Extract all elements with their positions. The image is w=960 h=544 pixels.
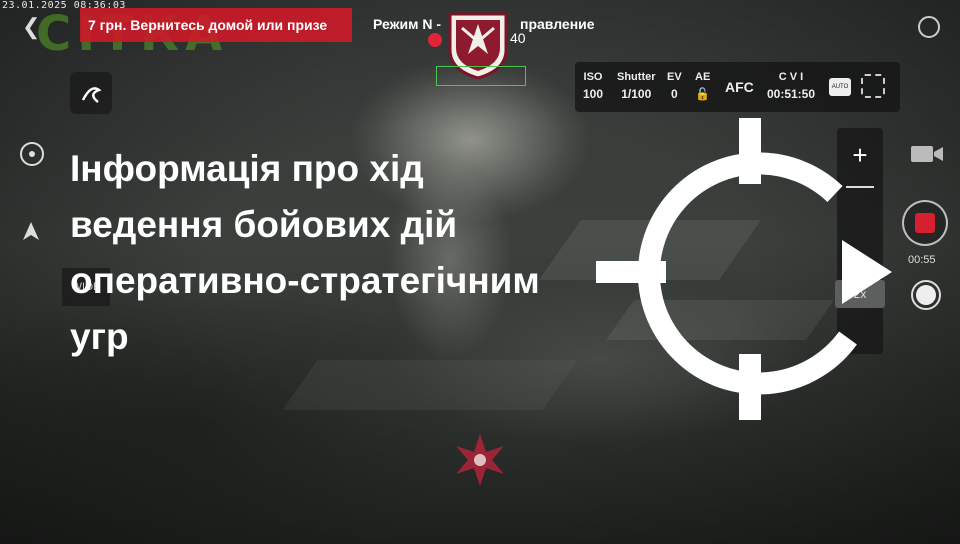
iso-setting[interactable]: ISO 100 [583, 71, 603, 101]
ev-setting[interactable]: EV 0 [667, 71, 682, 101]
camera-settings-panel[interactable]: ISO 100 Shutter 1/100 EV 0 AE 🔓 AFC C V … [575, 62, 900, 112]
record-button[interactable] [902, 200, 948, 246]
shutter-setting[interactable]: Shutter 1/100 [617, 71, 656, 101]
recording-timer: 00:55 [908, 254, 936, 266]
crosshair-play-icon [596, 118, 892, 420]
navigation-arrow-icon[interactable] [20, 220, 42, 247]
headline-line: ведення бойових дій [70, 204, 458, 245]
video-camera-icon[interactable] [910, 142, 944, 166]
shutter-label: Shutter [617, 71, 656, 83]
storage-time: 00:51:50 [766, 87, 816, 101]
radar-icon[interactable] [18, 140, 46, 173]
ae-label: AE [695, 71, 711, 83]
ae-lock[interactable]: AE 🔓 [695, 71, 710, 101]
terrain-field [282, 360, 578, 410]
headline-text: Інформація про хід ведення бойових дій о… [70, 141, 590, 365]
lock-icon: 🔓 [695, 87, 711, 101]
route-icon [81, 87, 102, 103]
drone-feed-frame: { "overlay": { "timestamp": "23.01.2025 … [0, 0, 960, 544]
auto-photo-button[interactable]: AUTO [829, 78, 851, 96]
recording-dot-icon [428, 33, 442, 47]
link-icon[interactable] [861, 74, 885, 98]
iso-label: ISO [583, 71, 603, 83]
flight-mode-label[interactable]: Режим N - [373, 16, 441, 32]
eight-point-star-ornament [456, 434, 504, 486]
altitude-readout: 40 [510, 30, 526, 46]
storage-label: C V I [778, 71, 804, 83]
flight-mode-suffix: правление [520, 16, 595, 32]
alert-text: 7 грн. Вернитесь домой или призе [88, 17, 328, 33]
back-chevron-icon[interactable]: ❮ [22, 14, 40, 40]
headline-line: оперативно-стратегічним [70, 260, 540, 301]
headline-line: угр [70, 316, 129, 357]
shutter-inner-icon [916, 285, 936, 305]
storage-info: C V I 00:51:50 [763, 71, 819, 101]
map-toggle-button[interactable] [70, 72, 112, 114]
ev-label: EV [667, 71, 682, 83]
photo-shutter-button[interactable] [911, 280, 941, 310]
record-stop-icon [915, 213, 935, 233]
status-highlight-box [436, 66, 526, 86]
afc-label[interactable]: AFC [725, 79, 754, 95]
shutter-value: 1/100 [621, 87, 652, 101]
iso-value: 100 [583, 87, 604, 101]
ev-value: 0 [671, 87, 678, 101]
return-home-alert[interactable]: 7 грн. Вернитесь домой или призе [80, 8, 352, 42]
settings-circle-icon[interactable] [918, 16, 940, 38]
headline-line: Інформація про хід [70, 148, 424, 189]
